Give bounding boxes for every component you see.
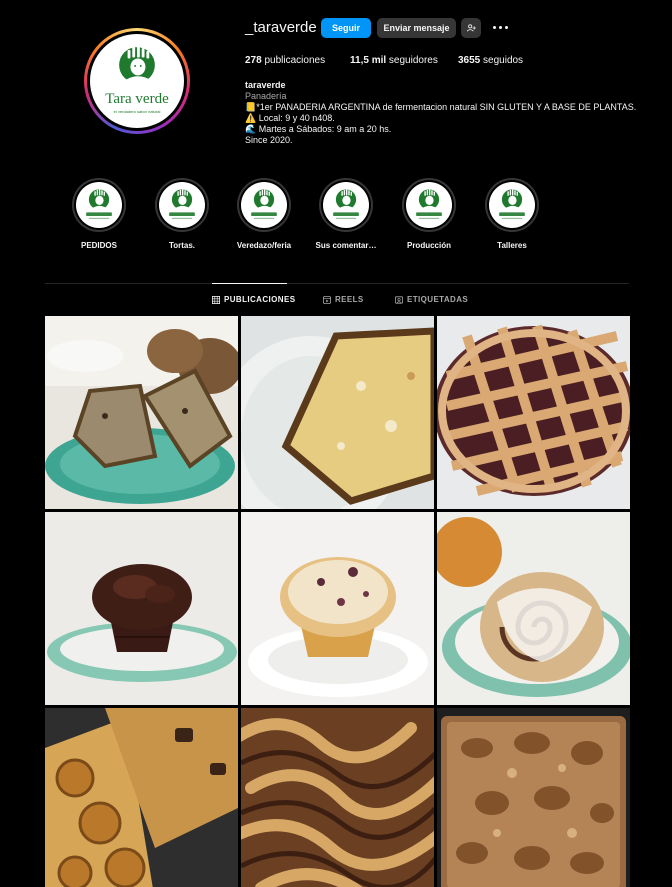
following-stat[interactable]: 3655 seguidos bbox=[458, 55, 523, 66]
highlight-logo-icon bbox=[489, 182, 535, 228]
post-image bbox=[45, 512, 238, 705]
post-thumbnail[interactable] bbox=[241, 512, 434, 705]
highlight-talleres[interactable]: Talleres bbox=[477, 178, 547, 250]
logo-text: Tara verde bbox=[105, 91, 169, 107]
follow-button[interactable]: Seguir bbox=[321, 18, 371, 38]
bio-line: 📒*1er PANADERIA ARGENTINA de fermentacio… bbox=[245, 102, 637, 112]
tagged-icon bbox=[395, 295, 403, 304]
add-user-button[interactable] bbox=[461, 18, 481, 38]
posts-label: publicaciones bbox=[264, 55, 326, 66]
add-person-icon bbox=[466, 24, 476, 32]
posts-stat[interactable]: 278 publicaciones bbox=[245, 55, 325, 66]
highlight-logo-icon bbox=[159, 182, 205, 228]
followers-stat[interactable]: 11,5 mil seguidores bbox=[350, 55, 438, 66]
post-image bbox=[437, 708, 630, 887]
highlight-tortas[interactable]: Tortas. bbox=[147, 178, 217, 250]
post-thumbnail[interactable] bbox=[45, 708, 238, 887]
highlight-label: Talleres bbox=[497, 241, 527, 250]
highlight-label: Producción bbox=[406, 241, 451, 250]
followers-label: seguidores bbox=[388, 55, 438, 66]
following-label: seguidos bbox=[483, 55, 524, 66]
posts-count: 278 bbox=[245, 55, 262, 66]
highlight-pedidos[interactable]: PEDIDOS bbox=[64, 178, 134, 250]
tab-publicaciones[interactable]: PUBLICACIONES bbox=[212, 295, 295, 304]
highlight-logo-icon bbox=[76, 182, 122, 228]
tara-verde-logo: Tara verde el verdadero sabor natural bbox=[90, 34, 184, 128]
highlight-label: Tortas. bbox=[168, 241, 196, 250]
post-thumbnail[interactable] bbox=[45, 512, 238, 705]
post-thumbnail[interactable] bbox=[437, 708, 630, 887]
story-highlights: PEDIDOS Tortas. Veredazo/feria Sus comen… bbox=[0, 178, 672, 258]
post-image bbox=[45, 708, 238, 887]
profile-avatar[interactable]: Tara verde el verdadero sabor natural bbox=[84, 28, 190, 134]
active-tab-indicator bbox=[212, 283, 287, 284]
tab-etiquetadas[interactable]: ETIQUETADAS bbox=[395, 295, 468, 304]
post-image bbox=[45, 316, 238, 509]
post-image bbox=[241, 708, 434, 887]
highlight-logo-icon bbox=[241, 182, 287, 228]
bio-line: Since 2020. bbox=[245, 135, 293, 145]
logo-subtext: el verdadero sabor natural bbox=[113, 109, 161, 114]
post-thumbnail[interactable] bbox=[437, 316, 630, 509]
bio-category: Panadería bbox=[245, 91, 287, 101]
more-options-button[interactable] bbox=[489, 20, 511, 34]
post-image bbox=[241, 512, 434, 705]
tab-label: REELS bbox=[335, 295, 364, 304]
post-image bbox=[437, 512, 630, 705]
post-image bbox=[437, 316, 630, 509]
highlight-veredazo[interactable]: Veredazo/feria bbox=[229, 178, 299, 250]
profile-bio: taraverde Panadería 📒*1er PANADERIA ARGE… bbox=[245, 80, 645, 146]
tabs-divider bbox=[45, 283, 629, 284]
reels-icon bbox=[323, 295, 331, 304]
post-thumbnail[interactable] bbox=[45, 316, 238, 509]
bio-line: ⚠️ Local: 9 y 40 n408. bbox=[245, 113, 335, 123]
post-thumbnail[interactable] bbox=[437, 512, 630, 705]
followers-count: 11,5 mil bbox=[350, 55, 387, 66]
post-thumbnail[interactable] bbox=[241, 316, 434, 509]
more-dots-icon bbox=[492, 25, 496, 29]
following-count: 3655 bbox=[458, 55, 481, 66]
tab-reels[interactable]: REELS bbox=[323, 295, 364, 304]
grid-icon bbox=[212, 295, 220, 304]
highlight-label: PEDIDOS bbox=[80, 241, 117, 250]
bio-line: 🌊 Martes a Sábados: 9 am a 20 hs. bbox=[245, 124, 392, 134]
highlight-logo-icon bbox=[323, 182, 369, 228]
post-thumbnail[interactable] bbox=[241, 708, 434, 887]
highlight-label: Sus comentar… bbox=[315, 241, 377, 250]
tab-label: PUBLICACIONES bbox=[224, 295, 296, 304]
highlight-label: Veredazo/feria bbox=[236, 241, 292, 250]
post-image bbox=[241, 316, 434, 509]
profile-username: _taraverde bbox=[245, 19, 317, 36]
bio-name: taraverde bbox=[245, 80, 286, 90]
highlight-produccion[interactable]: Producción bbox=[394, 178, 464, 250]
highlight-comentarios[interactable]: Sus comentar… bbox=[311, 178, 381, 250]
highlight-logo-icon bbox=[406, 182, 452, 228]
message-button[interactable]: Enviar mensaje bbox=[377, 18, 456, 38]
tab-label: ETIQUETADAS bbox=[407, 295, 469, 304]
